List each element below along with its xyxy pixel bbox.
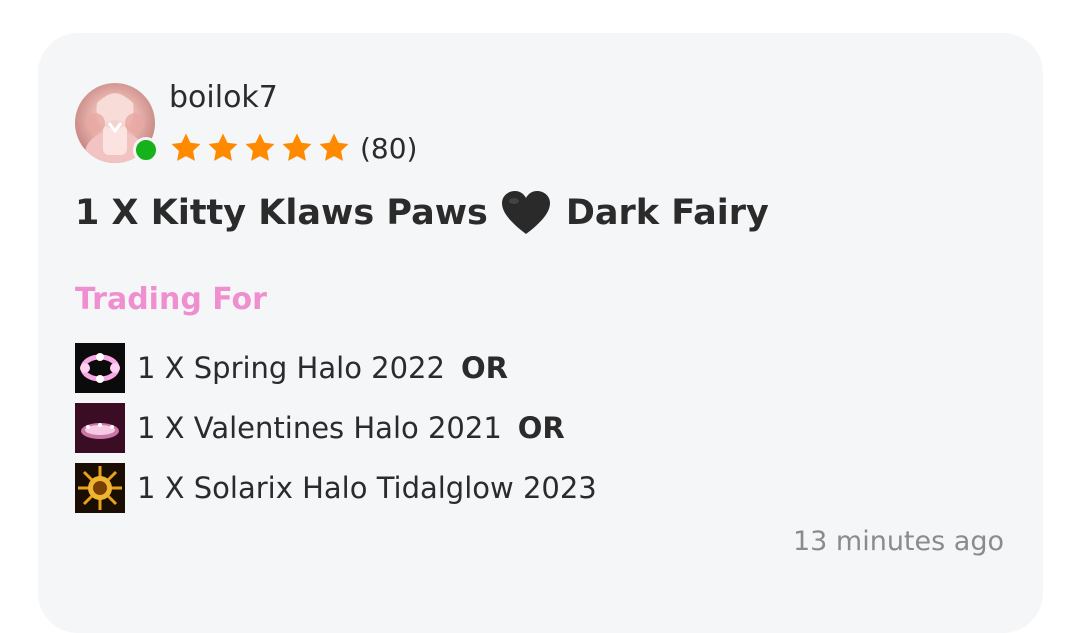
black-heart-icon <box>501 191 550 234</box>
star-icon <box>208 133 238 161</box>
seller-username[interactable]: boilok7 <box>169 80 278 115</box>
or-separator: OR <box>460 351 508 385</box>
valentines-halo-icon <box>75 403 125 453</box>
offer-item-variant: Dark Fairy <box>565 193 769 233</box>
star-icon <box>245 133 275 161</box>
want-item[interactable]: 1 X Valentines Halo 2021 OR <box>75 403 565 453</box>
or-separator: OR <box>517 411 565 445</box>
rating-count: (80) <box>360 131 418 165</box>
offer-item-name: 1 X Kitty Klaws Paws <box>75 193 488 233</box>
star-icon <box>171 133 201 161</box>
solarix-halo-icon <box>75 463 125 513</box>
posted-timestamp: 13 minutes ago <box>792 526 1004 557</box>
want-item-label: 1 X Spring Halo 2022 <box>137 351 445 385</box>
want-item[interactable]: 1 X Solarix Halo Tidalglow 2023 <box>75 463 597 513</box>
want-item[interactable]: 1 X Spring Halo 2022 OR <box>75 343 508 393</box>
want-item-label: 1 X Valentines Halo 2021 <box>137 411 502 445</box>
want-item-label: 1 X Solarix Halo Tidalglow 2023 <box>137 471 597 505</box>
offer-title: 1 X Kitty Klaws Paws Dark Fairy <box>75 190 769 236</box>
spring-halo-icon <box>75 343 125 393</box>
star-icon <box>319 133 349 161</box>
trading-for-heading: Trading For <box>75 282 267 317</box>
star-icon <box>282 133 312 161</box>
seller-avatar[interactable] <box>75 83 159 163</box>
online-status-indicator <box>133 137 159 163</box>
seller-rating: (80) <box>169 128 417 168</box>
